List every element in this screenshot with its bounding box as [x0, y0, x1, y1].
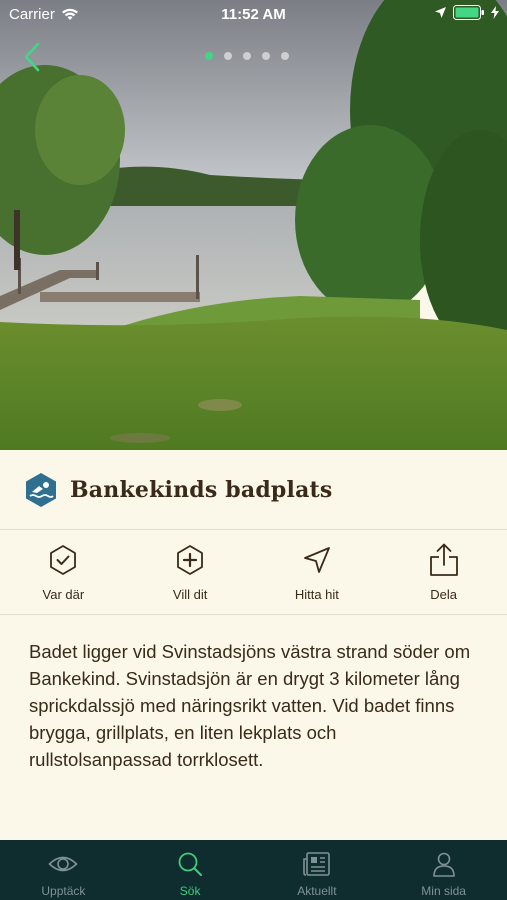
tab-news[interactable]: Aktuellt [254, 840, 381, 900]
clock: 11:52 AM [221, 6, 286, 23]
battery-icon [453, 5, 484, 20]
pager-dot[interactable] [224, 52, 232, 60]
navigation-arrow-icon [303, 547, 330, 573]
tab-search-label: Sök [179, 884, 201, 898]
action-bar: Var där Vill dit Hitta hit Dela [0, 531, 507, 615]
pager-dot[interactable] [205, 52, 213, 60]
share-label: Dela [430, 587, 457, 602]
location-arrow-icon [435, 7, 446, 18]
share-icon [429, 543, 458, 576]
place-description: Badet ligger vid Svinstadsjöns västra st… [29, 641, 471, 770]
share-button[interactable]: Dela [380, 531, 507, 614]
charging-bolt-icon [491, 6, 499, 19]
newspaper-icon [303, 852, 330, 876]
search-icon [178, 852, 203, 876]
tab-news-label: Aktuellt [297, 884, 337, 898]
hero-photo[interactable]: Carrier 11:52 AM [0, 0, 507, 450]
been-there-button[interactable]: Var där [0, 531, 127, 614]
lake-photo [0, 0, 507, 450]
page-title: Bankekinds badplats [70, 476, 333, 503]
tab-my-page-label: Min sida [421, 884, 466, 898]
pager-dot[interactable] [281, 52, 289, 60]
image-pager[interactable] [205, 52, 289, 60]
swimming-icon [26, 472, 56, 507]
person-icon [432, 852, 455, 877]
want-to-go-label: Vill dit [172, 587, 208, 602]
tab-search[interactable]: Sök [127, 840, 254, 900]
tab-my-page[interactable]: Min sida [380, 840, 507, 900]
directions-button[interactable]: Hitta hit [254, 531, 381, 614]
chevron-left-icon [24, 42, 40, 72]
plus-badge-icon [177, 545, 204, 575]
tab-discover[interactable]: Upptäck [0, 840, 127, 900]
check-badge-icon [50, 545, 77, 575]
back-button[interactable] [18, 40, 48, 74]
been-there-label: Var där [42, 587, 85, 602]
directions-label: Hitta hit [294, 587, 339, 602]
status-right [434, 5, 499, 20]
pager-dot[interactable] [262, 52, 270, 60]
eye-icon [48, 856, 79, 872]
place-header: Bankekinds badplats [0, 450, 507, 530]
tab-discover-label: Upptäck [41, 884, 86, 898]
pager-dot[interactable] [243, 52, 251, 60]
want-to-go-button[interactable]: Vill dit [127, 531, 254, 614]
status-bar: Carrier 11:52 AM [0, 0, 507, 30]
tab-bar: Upptäck Sök Aktuellt Min sida [0, 840, 507, 900]
